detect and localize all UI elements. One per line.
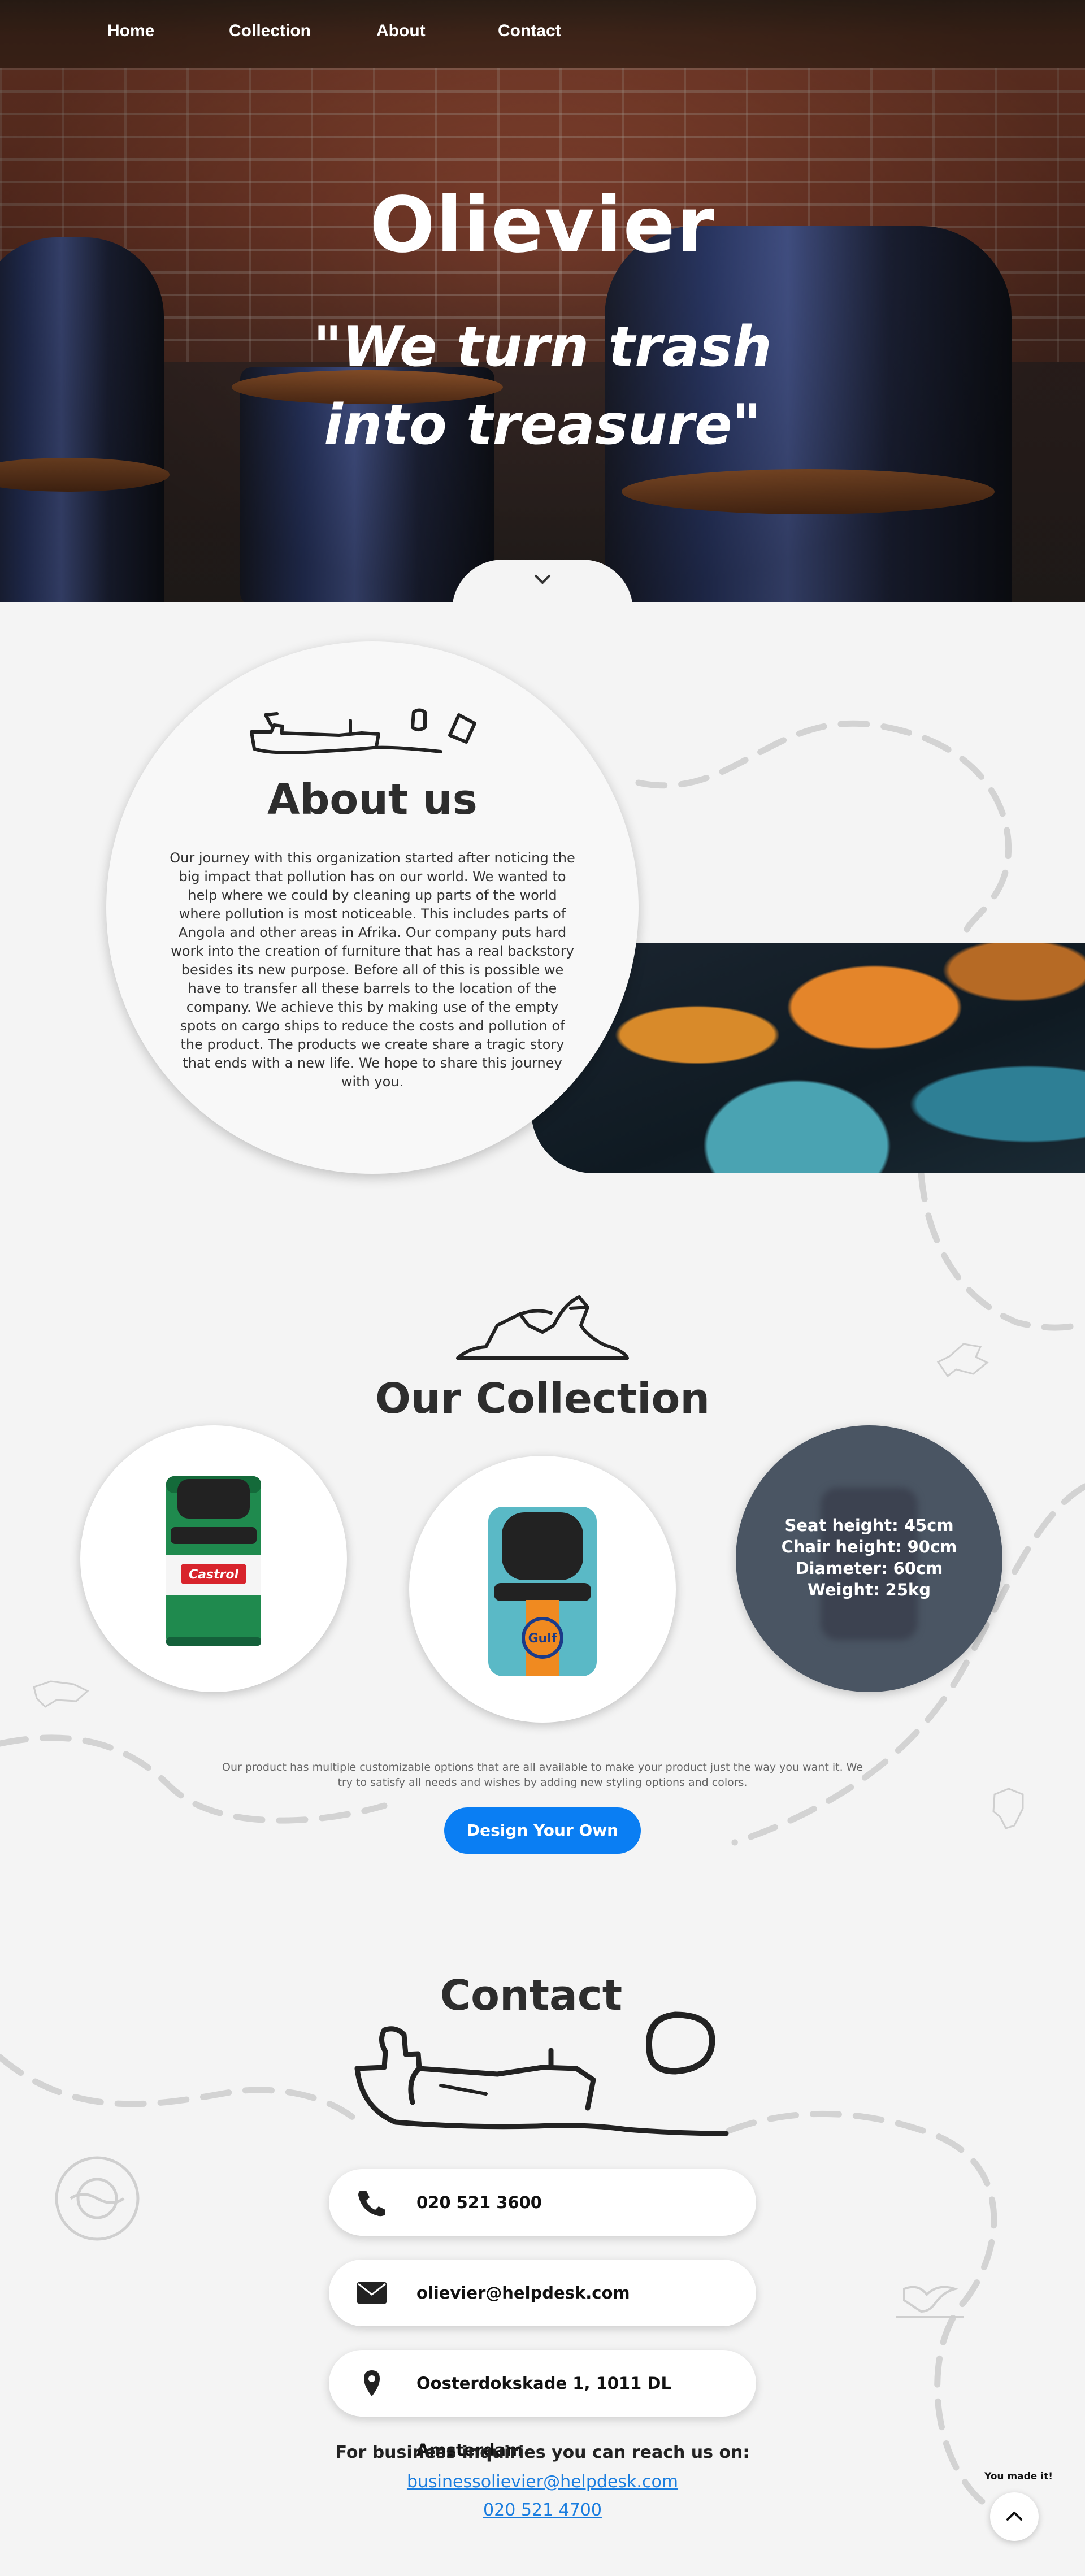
cargo-ship-icon	[250, 708, 476, 754]
nav-about[interactable]: About	[376, 21, 426, 41]
product-specs: Seat height: 45cm Chair height: 90cm Dia…	[736, 1515, 1002, 1601]
design-your-own-button[interactable]: Design Your Own	[444, 1807, 641, 1854]
street-address: Oosterdokskade 1, 1011 DL Amsterdam	[416, 2374, 671, 2460]
hero-section: Home Collection About Contact Olievier "…	[0, 0, 1085, 602]
product-castrol-chair[interactable]: Castrol	[80, 1425, 347, 1692]
hero-overlay	[0, 0, 1085, 602]
phone-icon	[358, 2191, 385, 2217]
business-inquiries-label: For business inquiries you can reach us …	[335, 2443, 750, 2462]
nav-home[interactable]: Home	[107, 21, 154, 41]
business-email-link[interactable]: businessolievier@helpdesk.com	[0, 2472, 1085, 2492]
spec-chair-height: Chair height: 90cm	[781, 1537, 957, 1556]
svg-text:Gulf: Gulf	[528, 1632, 557, 1646]
nav-collection[interactable]: Collection	[229, 21, 311, 41]
nav-contact[interactable]: Contact	[498, 21, 561, 41]
about-title: About us	[267, 775, 478, 824]
spec-diameter: Diameter: 60cm	[795, 1559, 943, 1578]
made-it-label: You made it!	[984, 2471, 1053, 2482]
cargo-ship-large-icon	[354, 2011, 729, 2136]
back-to-top-button[interactable]	[990, 2492, 1039, 2541]
spec-seat-height: Seat height: 45cm	[784, 1516, 954, 1535]
spec-weight: Weight: 25kg	[808, 1580, 931, 1599]
chevron-up-icon	[1006, 2512, 1022, 2521]
collection-title: Our Collection	[375, 1374, 710, 1423]
product-specs-card[interactable]: Seat height: 45cm Chair height: 90cm Dia…	[736, 1425, 1002, 1692]
svg-text:Castrol: Castrol	[189, 1568, 239, 1582]
castrol-barrel-chair-image: Castrol	[166, 1476, 261, 1646]
envelope-icon	[357, 2282, 387, 2304]
about-text: Our journey with this organization start…	[170, 850, 575, 1090]
email-address: olievier@helpdesk.com	[416, 2283, 630, 2302]
collection-description: Our product has multiple customizable op…	[222, 1761, 863, 1789]
contact-phone[interactable]: 020 521 3600	[329, 2169, 756, 2236]
product-gulf-chair[interactable]: Gulf	[409, 1456, 676, 1723]
boots-icon	[456, 1295, 629, 1360]
phone-number: 020 521 3600	[416, 2193, 542, 2212]
hero-quote: "We turn trash into treasure"	[313, 315, 772, 457]
gulf-barrel-chair-image: Gulf	[488, 1507, 597, 1676]
contact-address[interactable]: Oosterdokskade 1, 1011 DL Amsterdam	[329, 2350, 756, 2460]
chevron-down-icon[interactable]	[531, 568, 554, 591]
contact-email[interactable]: olievier@helpdesk.com	[329, 2260, 756, 2326]
map-pin-icon	[364, 2370, 380, 2396]
main-navigation: Home Collection About Contact	[0, 0, 1085, 68]
hero-title: Olievier	[370, 181, 715, 270]
business-phone-link[interactable]: 020 521 4700	[0, 2500, 1085, 2520]
